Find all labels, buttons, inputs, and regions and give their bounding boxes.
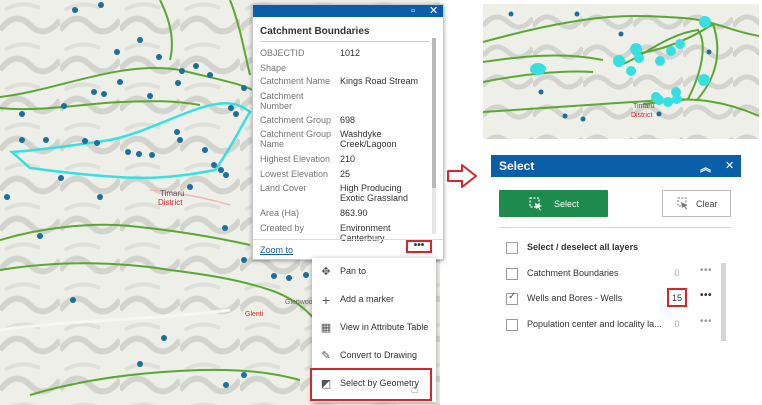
clear-button-label: Clear: [696, 199, 718, 209]
attr-value-land-cover: High Producing Exotic Grassland: [340, 183, 409, 203]
attr-value-lowest-elevation: 25: [340, 169, 351, 179]
wells-count-highlight: [667, 288, 687, 307]
attr-value-objectid: 1012: [340, 48, 361, 58]
attr-label-catchment-group: Catchment Group: [260, 115, 332, 125]
attr-label-highest-elevation: Highest Elevation: [260, 154, 331, 164]
layer-label-population: Population center and locality la...: [527, 319, 662, 329]
attr-label-catchment-name: Catchment Name: [260, 76, 331, 86]
attr-label-lowest-elevation: Lowest Elevation: [260, 169, 329, 179]
select-all-label: Select / deselect all layers: [527, 242, 639, 252]
popup-divider: [260, 41, 430, 42]
attr-value-area: 863.90: [340, 208, 368, 218]
feature-popup: ▫ ✕ Catchment Boundaries OBJECTID 1012 S…: [252, 4, 444, 260]
popup-scrollbar[interactable]: [432, 38, 436, 234]
plus-icon: +: [321, 292, 331, 308]
select-panel: Select ︽ ✕ Select Clear Select / deselec…: [491, 155, 741, 402]
pan-icon: ✥: [321, 266, 331, 278]
map-label-district-right: District: [631, 112, 652, 119]
menu-item-label: View in Attribute Table: [340, 322, 429, 332]
select-cursor-icon: [529, 197, 542, 211]
attr-value-catchment-name: Kings Road Stream: [340, 76, 419, 86]
attr-label-objectid: OBJECTID: [260, 48, 305, 58]
arrow-right-icon: [447, 164, 477, 188]
select-by-geometry-highlight: [310, 368, 432, 401]
attr-label-shape: Shape: [260, 63, 287, 73]
maximize-icon[interactable]: ▫: [411, 5, 415, 17]
more-actions-button[interactable]: •••: [406, 240, 432, 253]
attr-label-created-by: Created by: [260, 223, 305, 233]
layer-label-wells: Wells and Bores - Wells: [527, 293, 623, 303]
attr-label-area: Area (Ha): [260, 208, 300, 218]
clear-selection-icon: [677, 197, 687, 210]
draw-icon: ✎: [321, 350, 331, 362]
attr-label-catchment-number: Catchment Number: [260, 91, 304, 111]
select-panel-header: Select ︽ ✕: [491, 155, 741, 177]
table-icon: ▦: [320, 322, 332, 334]
menu-item-label: Convert to Drawing: [340, 350, 418, 360]
layer-more-catchment[interactable]: •••: [700, 265, 712, 276]
collapse-up-icon[interactable]: ︽: [700, 159, 711, 175]
map-label-district: District: [158, 198, 183, 207]
map-label-town-right: Timaru: [633, 103, 655, 110]
layer-list-scrollbar[interactable]: [721, 263, 726, 341]
close-icon[interactable]: ✕: [429, 5, 438, 17]
menu-item-pan-to[interactable]: ✥ Pan to: [312, 258, 436, 286]
panel-divider: [499, 227, 731, 228]
map-label-town: Timaru: [160, 189, 185, 198]
attr-label-catchment-group-name: Catchment Group Name: [260, 129, 332, 149]
layer-label-catchment: Catchment Boundaries: [527, 268, 619, 278]
layer-more-wells[interactable]: •••: [700, 290, 712, 301]
layer-count-population: 0: [674, 319, 680, 329]
menu-item-view-attribute-table[interactable]: ▦ View in Attribute Table: [312, 314, 436, 342]
layer-checkbox-catchment[interactable]: [506, 268, 518, 280]
select-all-checkbox[interactable]: [506, 242, 518, 254]
layer-more-population[interactable]: •••: [700, 316, 712, 327]
menu-item-label: Pan to: [340, 266, 367, 276]
select-button-label: Select: [554, 199, 580, 209]
select-panel-title: Select: [499, 159, 535, 173]
map-label-place-2: Glenti: [245, 311, 264, 318]
attr-value-catchment-group-name: Washdyke Creek/Lagoon: [340, 129, 397, 149]
layer-count-catchment: 0: [674, 268, 680, 278]
popup-scrollbar-thumb[interactable]: [432, 38, 436, 188]
popup-title: Catchment Boundaries: [260, 26, 370, 37]
checkmark-icon: ✓: [508, 291, 517, 302]
select-button[interactable]: Select: [499, 190, 608, 217]
attr-value-highest-elevation: 210: [340, 154, 356, 164]
zoom-to-link[interactable]: Zoom to: [260, 245, 293, 255]
menu-item-add-marker[interactable]: + Add a marker: [312, 286, 436, 314]
menu-item-label: Add a marker: [340, 294, 395, 304]
map-canvas-right[interactable]: Timaru District: [483, 4, 759, 139]
popup-header-bar: ▫ ✕: [253, 5, 443, 17]
attr-value-catchment-group: 698: [340, 115, 356, 125]
attr-label-land-cover: Land Cover: [260, 183, 307, 193]
menu-item-convert-to-drawing[interactable]: ✎ Convert to Drawing: [312, 342, 436, 370]
layer-checkbox-wells[interactable]: ✓: [506, 291, 518, 305]
map-view-right[interactable]: Timaru District: [483, 4, 759, 139]
layer-checkbox-population[interactable]: [506, 319, 518, 331]
close-panel-icon[interactable]: ✕: [725, 159, 734, 172]
clear-button[interactable]: Clear: [662, 190, 731, 217]
